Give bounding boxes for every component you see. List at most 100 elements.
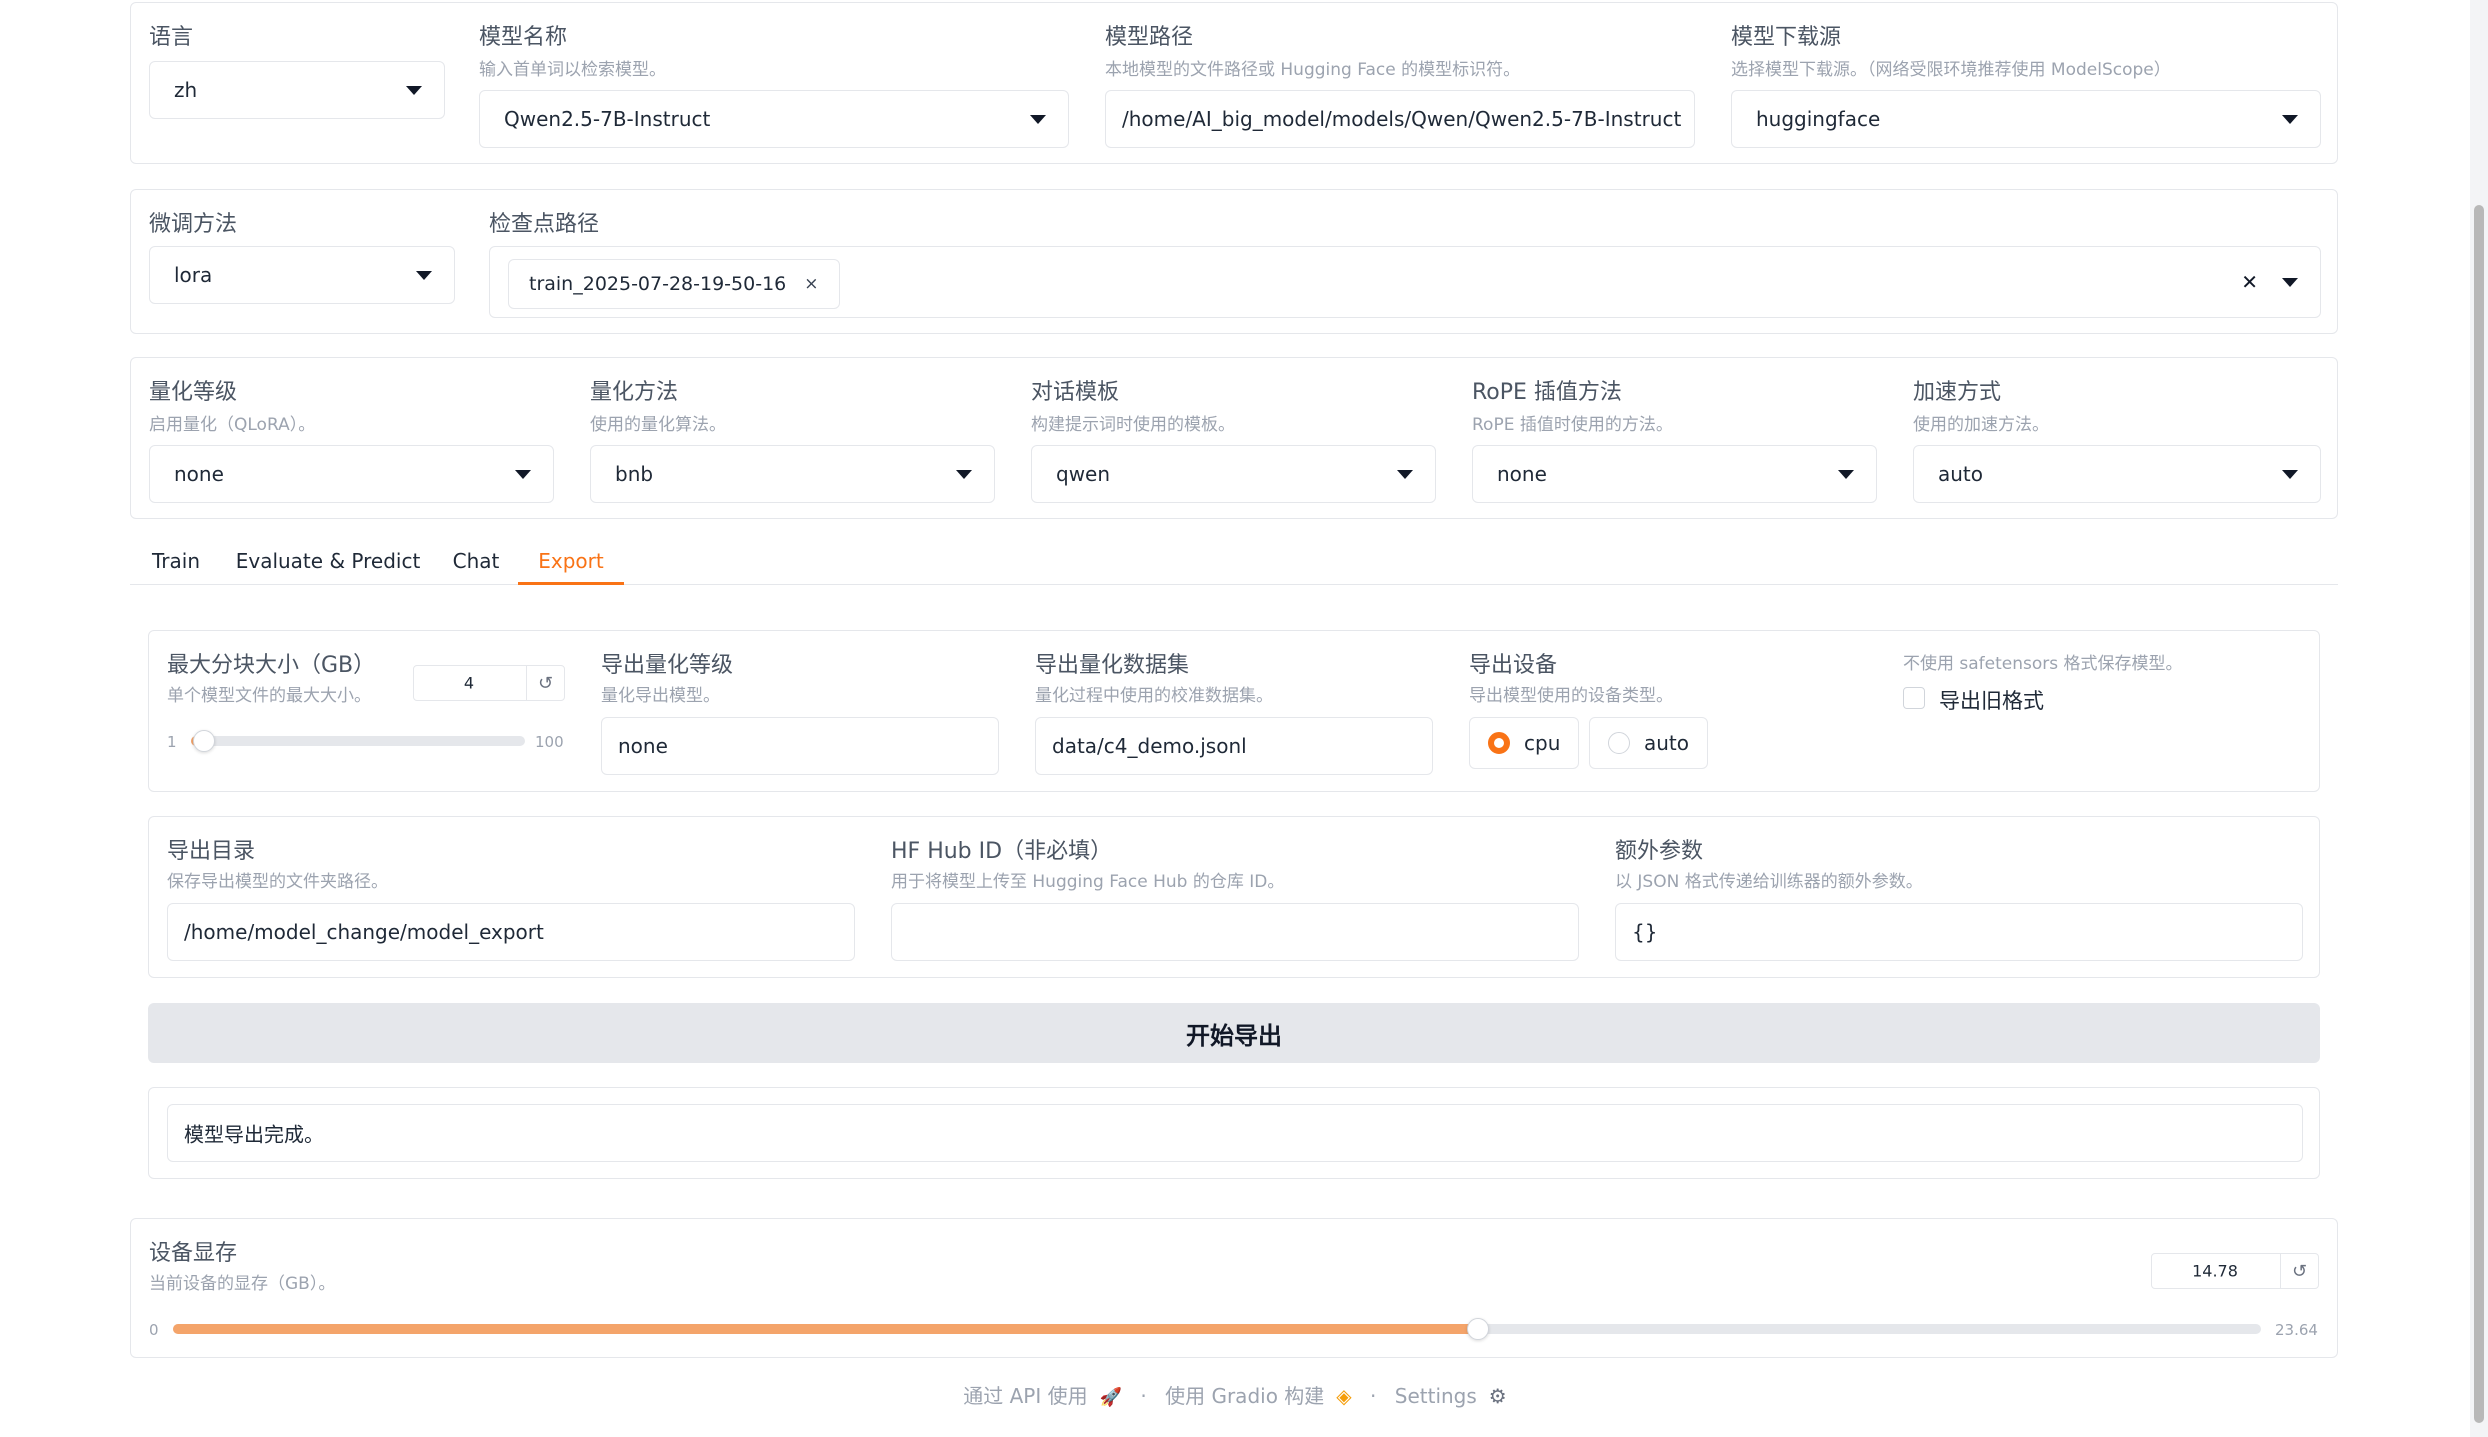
shard-size-number[interactable]: 4 ↺ [413, 665, 565, 701]
footer: 通过 API 使用 🚀 · 使用 Gradio 构建 ◈ · Settings ⚙ [0, 1380, 2470, 1409]
shard-size-max: 100 [535, 733, 564, 751]
model-name-dropdown[interactable]: Qwen2.5-7B-Instruct [479, 90, 1069, 148]
scrollbar-thumb[interactable] [2474, 205, 2484, 1423]
footer-sep: · [1140, 1384, 1147, 1408]
gradio-logo-icon: ◈ [1336, 1384, 1352, 1408]
finetune-method-value: lora [174, 263, 213, 287]
export-quant-bit-input[interactable]: none [601, 717, 999, 775]
template-label: 对话模板 [1031, 380, 1120, 405]
quant-method-label: 量化方法 [590, 380, 679, 405]
output-panel: 模型导出完成。 [148, 1087, 2320, 1179]
checkpoint-multiselect[interactable]: train_2025-07-28-19-50-16 × ✕ [489, 246, 2321, 318]
reset-icon[interactable]: ↺ [2280, 1254, 2318, 1288]
device-memory-thumb[interactable] [1467, 1318, 1489, 1340]
hub-id-info: 用于将模型上传至 Hugging Face Hub 的仓库 ID。 [891, 872, 1285, 892]
quant-dataset-input[interactable]: data/c4_demo.jsonl [1035, 717, 1433, 775]
hub-id-label: HF Hub ID（非必填） [891, 839, 1113, 864]
footer-gradio-link[interactable]: 使用 Gradio 构建 [1165, 1384, 1324, 1408]
rope-label: RoPE 插值方法 [1472, 380, 1622, 405]
rocket-icon: 🚀 [1099, 1387, 1123, 1408]
chevron-down-icon [406, 86, 422, 95]
legacy-format-info: 不使用 safetensors 格式保存模型。 [1903, 654, 2183, 674]
export-path-panel: 导出目录 保存导出模型的文件夹路径。 /home/model_change/mo… [148, 816, 2320, 978]
export-settings-panel: 最大分块大小（GB） 单个模型文件的最大大小。 4 ↺ 1 100 导出量化等级… [148, 630, 2320, 792]
output-text: 模型导出完成。 [184, 1122, 324, 1147]
chevron-down-icon [2282, 278, 2298, 287]
tab-chat[interactable]: Chat [436, 530, 516, 585]
advanced-panel: 量化等级 启用量化（QLoRA）。 none 量化方法 使用的量化算法。 bnb… [130, 357, 2338, 519]
model-path-input[interactable]: /home/AI_big_model/models/Qwen/Qwen2.5-7… [1105, 90, 1695, 148]
export-dir-input[interactable]: /home/model_change/model_export [167, 903, 855, 961]
export-dir-label: 导出目录 [167, 839, 256, 864]
quant-bit-info: 启用量化（QLoRA）。 [149, 415, 316, 435]
chevron-down-icon [2282, 115, 2298, 124]
extra-args-input[interactable]: {} [1615, 903, 2303, 961]
clear-icon[interactable]: ✕ [2241, 270, 2258, 294]
chevron-down-icon [1030, 115, 1046, 124]
rope-dropdown[interactable]: none [1472, 445, 1877, 503]
shard-size-min: 1 [167, 733, 177, 751]
page-scrollbar[interactable] [2470, 0, 2488, 1437]
device-memory-value: 14.78 [2192, 1261, 2238, 1281]
quant-dataset-info: 量化过程中使用的校准数据集。 [1035, 686, 1273, 706]
device-memory-min: 0 [149, 1321, 159, 1339]
extra-args-info: 以 JSON 格式传递给训练器的额外参数。 [1615, 872, 1923, 892]
hub-id-input[interactable] [891, 903, 1579, 961]
checkpoint-chip[interactable]: train_2025-07-28-19-50-16 × [508, 259, 840, 309]
export-dir-info: 保存导出模型的文件夹路径。 [167, 872, 388, 892]
language-label: 语言 [149, 25, 194, 50]
footer-api-link[interactable]: 通过 API 使用 [963, 1384, 1087, 1408]
device-memory-slider[interactable] [173, 1318, 2261, 1340]
quant-bit-value: none [174, 462, 224, 486]
device-option-auto: auto [1644, 731, 1690, 755]
chevron-down-icon [515, 470, 531, 479]
language-dropdown[interactable]: zh [149, 61, 445, 119]
rope-info: RoPE 插值时使用的方法。 [1472, 415, 1673, 435]
export-device-info: 导出模型使用的设备类型。 [1469, 686, 1673, 706]
model-name-value: Qwen2.5-7B-Instruct [504, 107, 711, 131]
model-name-label: 模型名称 [479, 25, 568, 50]
tab-export[interactable]: Export [518, 530, 624, 585]
hub-info: 选择模型下载源。（网络受限环境推荐使用 ModelScope） [1731, 60, 2171, 80]
shard-size-slider[interactable] [191, 730, 525, 752]
shard-size-value: 4 [463, 673, 475, 693]
finetune-method-dropdown[interactable]: lora [149, 246, 455, 304]
chevron-down-icon [1838, 470, 1854, 479]
chevron-down-icon [416, 271, 432, 280]
footer-sep: · [1370, 1384, 1377, 1408]
device-memory-panel: 设备显存 当前设备的显存（GB）。 14.78 ↺ 0 23.64 [130, 1218, 2338, 1358]
booster-label: 加速方式 [1913, 380, 2002, 405]
hub-dropdown[interactable]: huggingface [1731, 90, 2321, 148]
tab-evaluate-predict[interactable]: Evaluate & Predict [230, 530, 426, 585]
close-icon[interactable]: × [804, 274, 818, 294]
extra-args-label: 额外参数 [1615, 839, 1704, 864]
output-textbox[interactable]: 模型导出完成。 [167, 1104, 2303, 1162]
radio-selected-icon [1488, 732, 1510, 754]
device-memory-number[interactable]: 14.78 ↺ [2151, 1253, 2319, 1289]
booster-info: 使用的加速方法。 [1913, 415, 2049, 435]
device-memory-label: 设备显存 [149, 1241, 238, 1266]
hub-label: 模型下载源 [1731, 25, 1842, 50]
quant-bit-label: 量化等级 [149, 380, 238, 405]
template-dropdown[interactable]: qwen [1031, 445, 1436, 503]
template-info: 构建提示词时使用的模板。 [1031, 415, 1235, 435]
hub-value: huggingface [1756, 107, 1881, 131]
reset-icon[interactable]: ↺ [526, 666, 564, 700]
tab-train[interactable]: Train [130, 530, 222, 585]
device-option-cpu: cpu [1524, 731, 1561, 755]
footer-settings-link[interactable]: Settings [1395, 1384, 1477, 1408]
device-radio-cpu[interactable]: cpu [1469, 717, 1580, 769]
export-quant-bit-label: 导出量化等级 [601, 653, 734, 678]
booster-value: auto [1938, 462, 1984, 486]
quant-method-value: bnb [615, 462, 654, 486]
shard-size-thumb[interactable] [193, 730, 215, 752]
quant-method-dropdown[interactable]: bnb [590, 445, 995, 503]
chevron-down-icon [956, 470, 972, 479]
start-export-button[interactable]: 开始导出 [148, 1003, 2320, 1063]
device-radio-auto[interactable]: auto [1589, 717, 1709, 769]
legacy-format-label[interactable]: 导出旧格式 [1939, 685, 2044, 715]
booster-dropdown[interactable]: auto [1913, 445, 2321, 503]
quant-bit-dropdown[interactable]: none [149, 445, 554, 503]
export-device-label: 导出设备 [1469, 653, 1558, 678]
legacy-format-checkbox[interactable] [1903, 687, 1925, 709]
